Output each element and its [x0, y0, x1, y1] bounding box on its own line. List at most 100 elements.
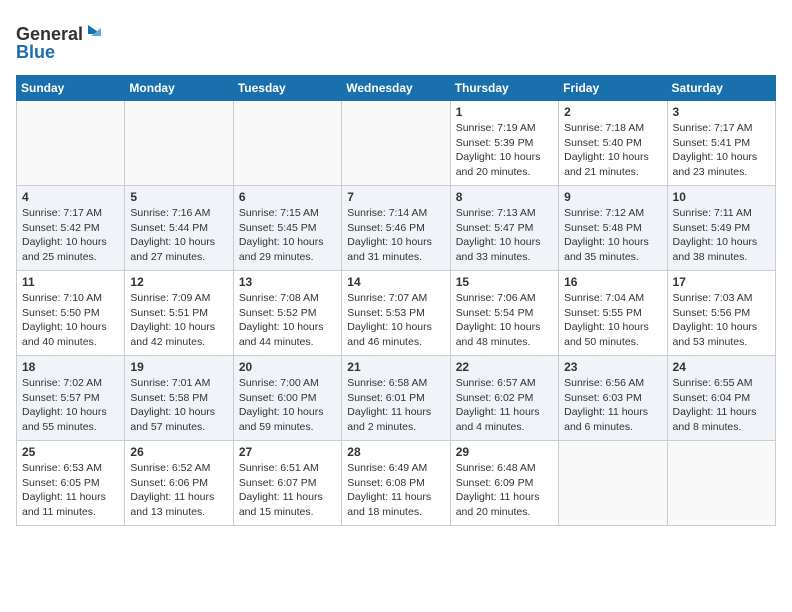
calendar-day-5: 5Sunrise: 7:16 AM Sunset: 5:44 PM Daylig…	[125, 186, 233, 271]
day-info: Sunrise: 7:07 AM Sunset: 5:53 PM Dayligh…	[347, 291, 444, 350]
day-number: 8	[456, 190, 553, 204]
day-info: Sunrise: 7:13 AM Sunset: 5:47 PM Dayligh…	[456, 206, 553, 265]
day-info: Sunrise: 7:17 AM Sunset: 5:41 PM Dayligh…	[673, 121, 770, 180]
day-info: Sunrise: 7:11 AM Sunset: 5:49 PM Dayligh…	[673, 206, 770, 265]
day-info: Sunrise: 7:14 AM Sunset: 5:46 PM Dayligh…	[347, 206, 444, 265]
day-number: 21	[347, 360, 444, 374]
day-number: 24	[673, 360, 770, 374]
day-info: Sunrise: 7:17 AM Sunset: 5:42 PM Dayligh…	[22, 206, 119, 265]
day-info: Sunrise: 7:03 AM Sunset: 5:56 PM Dayligh…	[673, 291, 770, 350]
calendar-empty-cell	[233, 101, 341, 186]
day-info: Sunrise: 6:56 AM Sunset: 6:03 PM Dayligh…	[564, 376, 661, 435]
calendar-empty-cell	[17, 101, 125, 186]
day-info: Sunrise: 7:08 AM Sunset: 5:52 PM Dayligh…	[239, 291, 336, 350]
day-number: 14	[347, 275, 444, 289]
calendar-day-13: 13 Sunrise: 7:08 AM Sunset: 5:52 PM Dayli…	[233, 271, 341, 356]
day-info: Sunrise: 6:48 AM Sunset: 6:09 PM Dayligh…	[456, 461, 553, 520]
day-info: Sunrise: 7:06 AM Sunset: 5:54 PM Dayligh…	[456, 291, 553, 350]
weekday-header-thursday: Thursday	[450, 76, 558, 101]
day-info: Sunrise: 6:55 AM Sunset: 6:04 PM Dayligh…	[673, 376, 770, 435]
calendar-day-25: 25 Sunrise: 6:53 AM Sunset: 6:05 PM Dayli…	[17, 441, 125, 526]
calendar-empty-cell	[125, 101, 233, 186]
day-info: Sunrise: 6:53 AM Sunset: 6:05 PM Dayligh…	[22, 461, 119, 520]
day-info: Sunrise: 7:10 AM Sunset: 5:50 PM Dayligh…	[22, 291, 119, 350]
calendar-week-row: 1 Sunrise: 7:19 AM Sunset: 5:39 PM Daylig…	[17, 101, 776, 186]
day-number: 25	[22, 445, 119, 459]
calendar-week-row: 11 Sunrise: 7:10 AM Sunset: 5:50 PM Dayli…	[17, 271, 776, 356]
calendar-day-6: 6 Sunrise: 7:15 AM Sunset: 5:45 PM Daylig…	[233, 186, 341, 271]
day-number: 20	[239, 360, 336, 374]
day-number: 13	[239, 275, 336, 289]
day-info: Sunrise: 7:00 AM Sunset: 6:00 PM Dayligh…	[239, 376, 336, 435]
day-info: Sunrise: 6:57 AM Sunset: 6:02 PM Dayligh…	[456, 376, 553, 435]
day-number: 7	[347, 190, 444, 204]
calendar-day-2: 2Sunrise: 7:18 AM Sunset: 5:40 PM Daylig…	[559, 101, 667, 186]
calendar-day-4: 4 Sunrise: 7:17 AM Sunset: 5:42 PM Daylig…	[17, 186, 125, 271]
day-info: Sunrise: 7:15 AM Sunset: 5:45 PM Dayligh…	[239, 206, 336, 265]
day-info: Sunrise: 7:19 AM Sunset: 5:39 PM Dayligh…	[456, 121, 553, 180]
calendar-header: SundayMondayTuesdayWednesdayThursdayFrid…	[17, 76, 776, 101]
weekday-header-tuesday: Tuesday	[233, 76, 341, 101]
day-number: 18	[22, 360, 119, 374]
day-info: Sunrise: 6:58 AM Sunset: 6:01 PM Dayligh…	[347, 376, 444, 435]
logo: GeneralBlue	[16, 20, 106, 65]
calendar-empty-cell	[559, 441, 667, 526]
weekday-header-friday: Friday	[559, 76, 667, 101]
weekday-header-sunday: Sunday	[17, 76, 125, 101]
calendar-day-8: 8 Sunrise: 7:13 AM Sunset: 5:47 PM Daylig…	[450, 186, 558, 271]
day-number: 12	[130, 275, 227, 289]
day-info: Sunrise: 7:12 AM Sunset: 5:48 PM Dayligh…	[564, 206, 661, 265]
calendar-day-23: 23 Sunrise: 6:56 AM Sunset: 6:03 PM Dayli…	[559, 356, 667, 441]
day-number: 1	[456, 105, 553, 119]
calendar-body: 1 Sunrise: 7:19 AM Sunset: 5:39 PM Daylig…	[17, 101, 776, 526]
day-number: 5	[130, 190, 227, 204]
calendar-week-row: 25 Sunrise: 6:53 AM Sunset: 6:05 PM Dayli…	[17, 441, 776, 526]
weekday-header-monday: Monday	[125, 76, 233, 101]
day-number: 10	[673, 190, 770, 204]
calendar-day-26: 26 Sunrise: 6:52 AM Sunset: 6:06 PM Dayli…	[125, 441, 233, 526]
calendar-day-28: 28Sunrise: 6:49 AM Sunset: 6:08 PM Dayli…	[342, 441, 450, 526]
day-number: 29	[456, 445, 553, 459]
calendar-day-24: 24 Sunrise: 6:55 AM Sunset: 6:04 PM Dayli…	[667, 356, 775, 441]
day-info: Sunrise: 7:02 AM Sunset: 5:57 PM Dayligh…	[22, 376, 119, 435]
svg-text:General: General	[16, 24, 83, 44]
day-info: Sunrise: 7:09 AM Sunset: 5:51 PM Dayligh…	[130, 291, 227, 350]
calendar-day-14: 14 Sunrise: 7:07 AM Sunset: 5:53 PM Dayli…	[342, 271, 450, 356]
weekday-header-saturday: Saturday	[667, 76, 775, 101]
calendar-day-18: 18 Sunrise: 7:02 AM Sunset: 5:57 PM Dayli…	[17, 356, 125, 441]
page-header: GeneralBlue	[16, 16, 776, 65]
calendar-day-3: 3Sunrise: 7:17 AM Sunset: 5:41 PM Daylig…	[667, 101, 775, 186]
calendar-day-17: 17 Sunrise: 7:03 AM Sunset: 5:56 PM Dayli…	[667, 271, 775, 356]
calendar-day-15: 15 Sunrise: 7:06 AM Sunset: 5:54 PM Dayli…	[450, 271, 558, 356]
calendar-week-row: 18 Sunrise: 7:02 AM Sunset: 5:57 PM Dayli…	[17, 356, 776, 441]
day-info: Sunrise: 7:01 AM Sunset: 5:58 PM Dayligh…	[130, 376, 227, 435]
calendar-day-19: 19Sunrise: 7:01 AM Sunset: 5:58 PM Dayli…	[125, 356, 233, 441]
calendar-day-11: 11 Sunrise: 7:10 AM Sunset: 5:50 PM Dayli…	[17, 271, 125, 356]
day-number: 27	[239, 445, 336, 459]
day-number: 23	[564, 360, 661, 374]
day-number: 17	[673, 275, 770, 289]
day-number: 9	[564, 190, 661, 204]
weekday-header-wednesday: Wednesday	[342, 76, 450, 101]
calendar-day-12: 12 Sunrise: 7:09 AM Sunset: 5:51 PM Dayli…	[125, 271, 233, 356]
day-info: Sunrise: 6:52 AM Sunset: 6:06 PM Dayligh…	[130, 461, 227, 520]
calendar-empty-cell	[342, 101, 450, 186]
day-info: Sunrise: 7:04 AM Sunset: 5:55 PM Dayligh…	[564, 291, 661, 350]
day-number: 15	[456, 275, 553, 289]
calendar-table: SundayMondayTuesdayWednesdayThursdayFrid…	[16, 75, 776, 526]
day-number: 6	[239, 190, 336, 204]
day-number: 11	[22, 275, 119, 289]
day-number: 28	[347, 445, 444, 459]
day-info: Sunrise: 6:51 AM Sunset: 6:07 PM Dayligh…	[239, 461, 336, 520]
calendar-day-21: 21 Sunrise: 6:58 AM Sunset: 6:01 PM Dayli…	[342, 356, 450, 441]
calendar-week-row: 4 Sunrise: 7:17 AM Sunset: 5:42 PM Daylig…	[17, 186, 776, 271]
calendar-day-16: 16Sunrise: 7:04 AM Sunset: 5:55 PM Dayli…	[559, 271, 667, 356]
calendar-day-1: 1 Sunrise: 7:19 AM Sunset: 5:39 PM Daylig…	[450, 101, 558, 186]
day-number: 4	[22, 190, 119, 204]
weekday-header-row: SundayMondayTuesdayWednesdayThursdayFrid…	[17, 76, 776, 101]
calendar-day-10: 10 Sunrise: 7:11 AM Sunset: 5:49 PM Dayli…	[667, 186, 775, 271]
calendar-day-27: 27 Sunrise: 6:51 AM Sunset: 6:07 PM Dayli…	[233, 441, 341, 526]
day-number: 26	[130, 445, 227, 459]
logo-svg: GeneralBlue	[16, 20, 106, 65]
calendar-day-29: 29 Sunrise: 6:48 AM Sunset: 6:09 PM Dayli…	[450, 441, 558, 526]
